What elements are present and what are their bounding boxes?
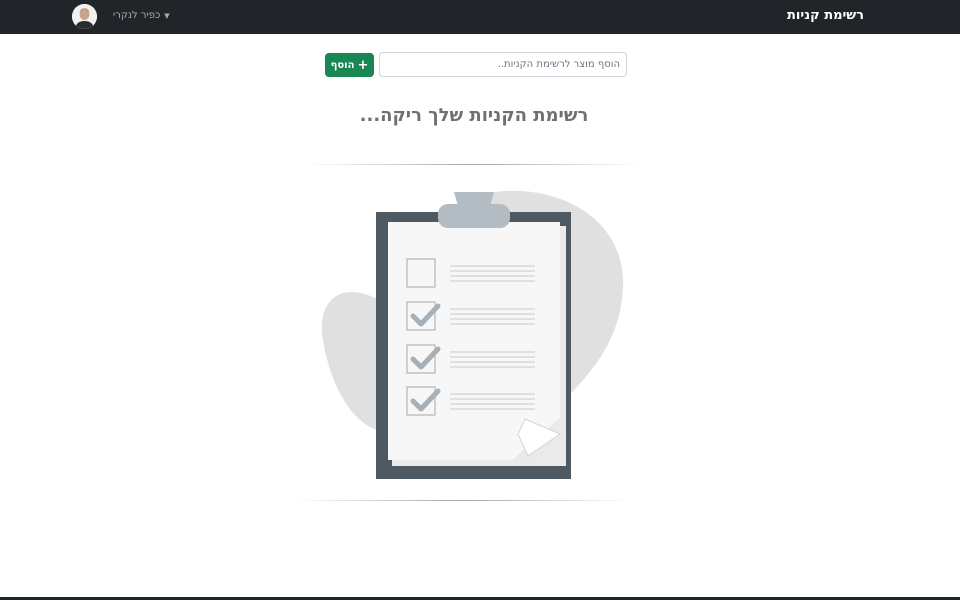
- divider-bottom: [292, 500, 632, 501]
- caret-down-icon: ▼: [164, 11, 170, 20]
- navbar: רשימת קניות ▼ כפיר לנקרי: [0, 0, 960, 34]
- plus-icon: +: [357, 57, 369, 73]
- product-input[interactable]: [379, 52, 627, 77]
- add-button[interactable]: + הוסף: [325, 53, 374, 77]
- add-button-label: הוסף: [330, 59, 355, 71]
- add-product-form: + הוסף: [325, 52, 627, 77]
- navbar-brand[interactable]: רשימת קניות: [787, 8, 864, 23]
- divider-top: [305, 164, 643, 165]
- avatar[interactable]: [72, 4, 97, 29]
- clipboard-checklist-icon: [320, 186, 630, 486]
- avatar-image: [72, 4, 97, 29]
- user-name: כפיר לנקרי: [113, 10, 161, 21]
- user-menu-toggle[interactable]: ▼ כפיר לנקרי: [113, 10, 170, 21]
- empty-list-message: רשימת הקניות שלך ריקה...: [359, 105, 589, 126]
